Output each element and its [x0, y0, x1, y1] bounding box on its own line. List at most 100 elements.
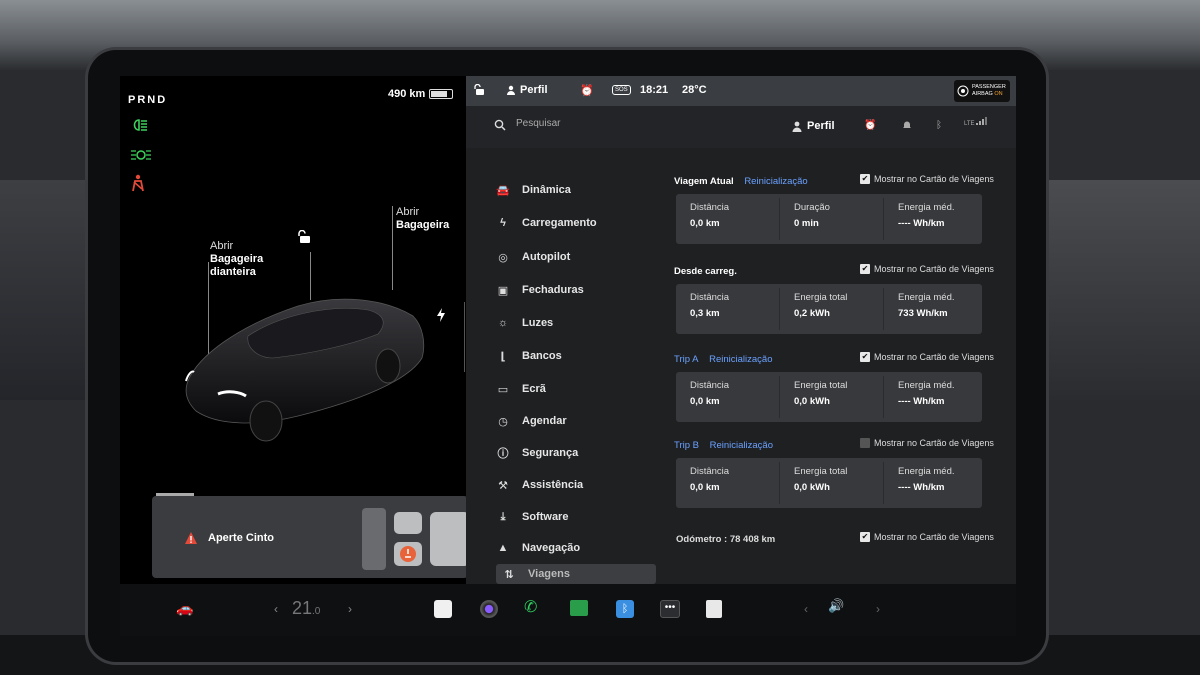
manual-app-icon[interactable]	[706, 600, 722, 618]
trip-b-total-energy: Energia total 0,0 kWh	[794, 466, 847, 493]
airbag-icon	[957, 85, 969, 97]
steering-wheel-icon: ◎	[498, 251, 508, 264]
bottom-dock: 🚗 ‹ 21.0 › ✆ ᛒ ••• ‹ 🔊 ›	[120, 584, 1016, 636]
battery-range: 490 km	[388, 88, 454, 100]
rear-trunk-label: Bagageira	[396, 219, 450, 231]
bluetooth-icon[interactable]: ᛒ	[936, 120, 942, 131]
seat-icon: ⌊	[500, 350, 506, 363]
trip-b-distance: Distância 0,0 km	[690, 466, 729, 493]
speaker-icon[interactable]: 🔊	[828, 598, 844, 614]
car-view-scrollbar[interactable]	[464, 302, 465, 372]
search-input[interactable]	[516, 118, 676, 129]
menu-item-autopilot[interactable]: ◎ Autopilot	[496, 246, 570, 268]
cell-label: Distância	[690, 466, 730, 477]
cell-label: Energia méd.	[898, 466, 955, 477]
trip-b-reset-link[interactable]: Reinicialização	[710, 440, 773, 451]
unlock-status-icon[interactable]	[474, 83, 486, 99]
header-profile-button[interactable]: Perfil	[792, 120, 835, 132]
since-charge-total-energy: Energia total 0,2 kWh	[794, 292, 847, 319]
lte-signal: LTE	[964, 117, 988, 127]
front-trunk-button[interactable]: Abrir Bagageira dianteira	[210, 240, 272, 279]
seat-occupancy-diagram	[362, 508, 470, 570]
cell-label: Energia méd.	[898, 202, 955, 213]
phone-app-icon[interactable]: ✆	[524, 597, 537, 617]
current-trip-avg-energy: Energia méd. ---- Wh/km	[898, 202, 955, 229]
menu-item-assistencia[interactable]: ⚒ Assistência	[496, 474, 583, 496]
cell-value: ---- Wh/km	[898, 396, 945, 407]
temp-up-chevron-icon[interactable]: ›	[348, 602, 352, 616]
profile-button[interactable]: Perfil	[506, 84, 548, 96]
more-apps-icon[interactable]: •••	[660, 600, 680, 618]
menu-label: Carregamento	[522, 217, 597, 229]
rear-trunk-button[interactable]: Abrir Bagageira	[396, 206, 449, 232]
unlock-icon[interactable]	[298, 229, 312, 247]
menu-item-agendar[interactable]: ◷ Agendar	[496, 410, 566, 432]
trip-a-total-energy: Energia total 0,0 kWh	[794, 380, 847, 407]
temp-decimal: .0	[312, 606, 321, 617]
menu-item-navegacao[interactable]: ▲ Navegação	[496, 537, 581, 559]
current-trip-distance: Distância 0,0 km	[690, 202, 729, 229]
divider	[779, 462, 780, 504]
menu-item-carregamento[interactable]: ϟ Carregamento	[496, 212, 597, 234]
menu-label: Fechaduras	[522, 284, 584, 296]
trip-a-reset-link[interactable]: Reinicialização	[709, 354, 772, 365]
menu-label: Navegação	[522, 542, 581, 554]
menu-item-dinamica[interactable]: 🚘 Dinâmica	[496, 179, 571, 201]
current-trip-reset-link[interactable]: Reinicialização	[744, 176, 807, 187]
trips-icon: ⇅	[504, 568, 514, 581]
checkmark-icon: ✔	[860, 532, 870, 542]
bell-icon[interactable]	[902, 120, 912, 133]
trip-b-show-checkbox[interactable]: Mostrar no Cartão de Viagens	[860, 438, 994, 448]
car-icon: 🚘	[496, 184, 510, 197]
network-type: LTE	[964, 121, 975, 127]
volume-up-chevron-icon[interactable]: ›	[876, 602, 880, 616]
sos-button[interactable]: SOS	[612, 85, 631, 95]
menu-label: Dinâmica	[522, 184, 571, 196]
volume-down-chevron-icon[interactable]: ‹	[804, 602, 808, 616]
alarm-icon[interactable]: ⏰	[580, 84, 594, 97]
settings-menu: 🚘 Dinâmica ϟ Carregamento ◎ Autopilot ▣ Fech…	[466, 148, 666, 584]
car-icon[interactable]: 🚗	[176, 600, 193, 617]
since-charge-header: Desde carreg.	[674, 266, 737, 277]
since-charge-show-checkbox[interactable]: ✔ Mostrar no Cartão de Viagens	[860, 264, 994, 274]
odometer-show-checkbox[interactable]: ✔ Mostrar no Cartão de Viagens	[860, 532, 994, 542]
menu-label: Autopilot	[522, 251, 571, 263]
notes-app-icon[interactable]	[434, 600, 452, 618]
display-icon: ▭	[497, 383, 509, 396]
seatbelt-alert-text: Aperte Cinto	[208, 532, 274, 544]
temp-down-chevron-icon[interactable]: ‹	[274, 602, 278, 616]
cell-value: 0,0 km	[690, 396, 720, 407]
range-value: 490 km	[388, 88, 426, 100]
bluetooth-app-icon[interactable]: ᛒ	[616, 600, 634, 618]
menu-item-luzes[interactable]: ☼ Luzes	[496, 312, 553, 334]
trip-a-show-checkbox[interactable]: ✔ Mostrar no Cartão de Viagens	[860, 352, 994, 362]
show-label: Mostrar no Cartão de Viagens	[874, 264, 994, 274]
current-trip-duration: Duração 0 min	[794, 202, 830, 229]
menu-item-ecra[interactable]: ▭ Ecrã	[496, 378, 546, 400]
seatbelt-alert-card[interactable]: Aperte Cinto	[152, 493, 470, 578]
charge-port-icon[interactable]	[436, 308, 446, 325]
alert-card-handle	[156, 493, 194, 496]
alarm-icon[interactable]: ⏰	[864, 120, 876, 131]
camera-app-icon[interactable]	[480, 600, 498, 618]
trip-a-avg-energy: Energia méd. ---- Wh/km	[898, 380, 955, 407]
menu-item-viagens[interactable]: ⇅ Viagens	[496, 564, 656, 584]
temp-whole: 21	[292, 598, 313, 618]
rear-trunk-line	[392, 206, 393, 290]
cell-value: 0,0 km	[690, 482, 720, 493]
menu-item-software[interactable]: ⤓ Software	[496, 506, 569, 528]
sun-icon: ☼	[497, 317, 509, 329]
energy-app-icon[interactable]	[570, 600, 588, 616]
cell-label: Duração	[794, 202, 830, 213]
rear-trunk-action: Abrir	[396, 206, 420, 218]
current-trip-show-checkbox[interactable]: ✔ Mostrar no Cartão de Viagens	[860, 174, 994, 184]
menu-item-fechaduras[interactable]: ▣ Fechaduras	[496, 279, 584, 301]
current-trip-card: Distância 0,0 km Duração 0 min Energia méd…	[676, 194, 982, 244]
menu-item-bancos[interactable]: ⌊ Bancos	[496, 345, 561, 367]
alarm-icon: ◷	[498, 415, 508, 428]
menu-label: Assistência	[522, 479, 584, 491]
header-profile-label: Perfil	[807, 120, 835, 132]
download-icon: ⤓	[500, 510, 506, 523]
menu-item-seguranca[interactable]: ⓘ Segurança	[496, 442, 579, 464]
menu-label: Luzes	[522, 317, 554, 329]
